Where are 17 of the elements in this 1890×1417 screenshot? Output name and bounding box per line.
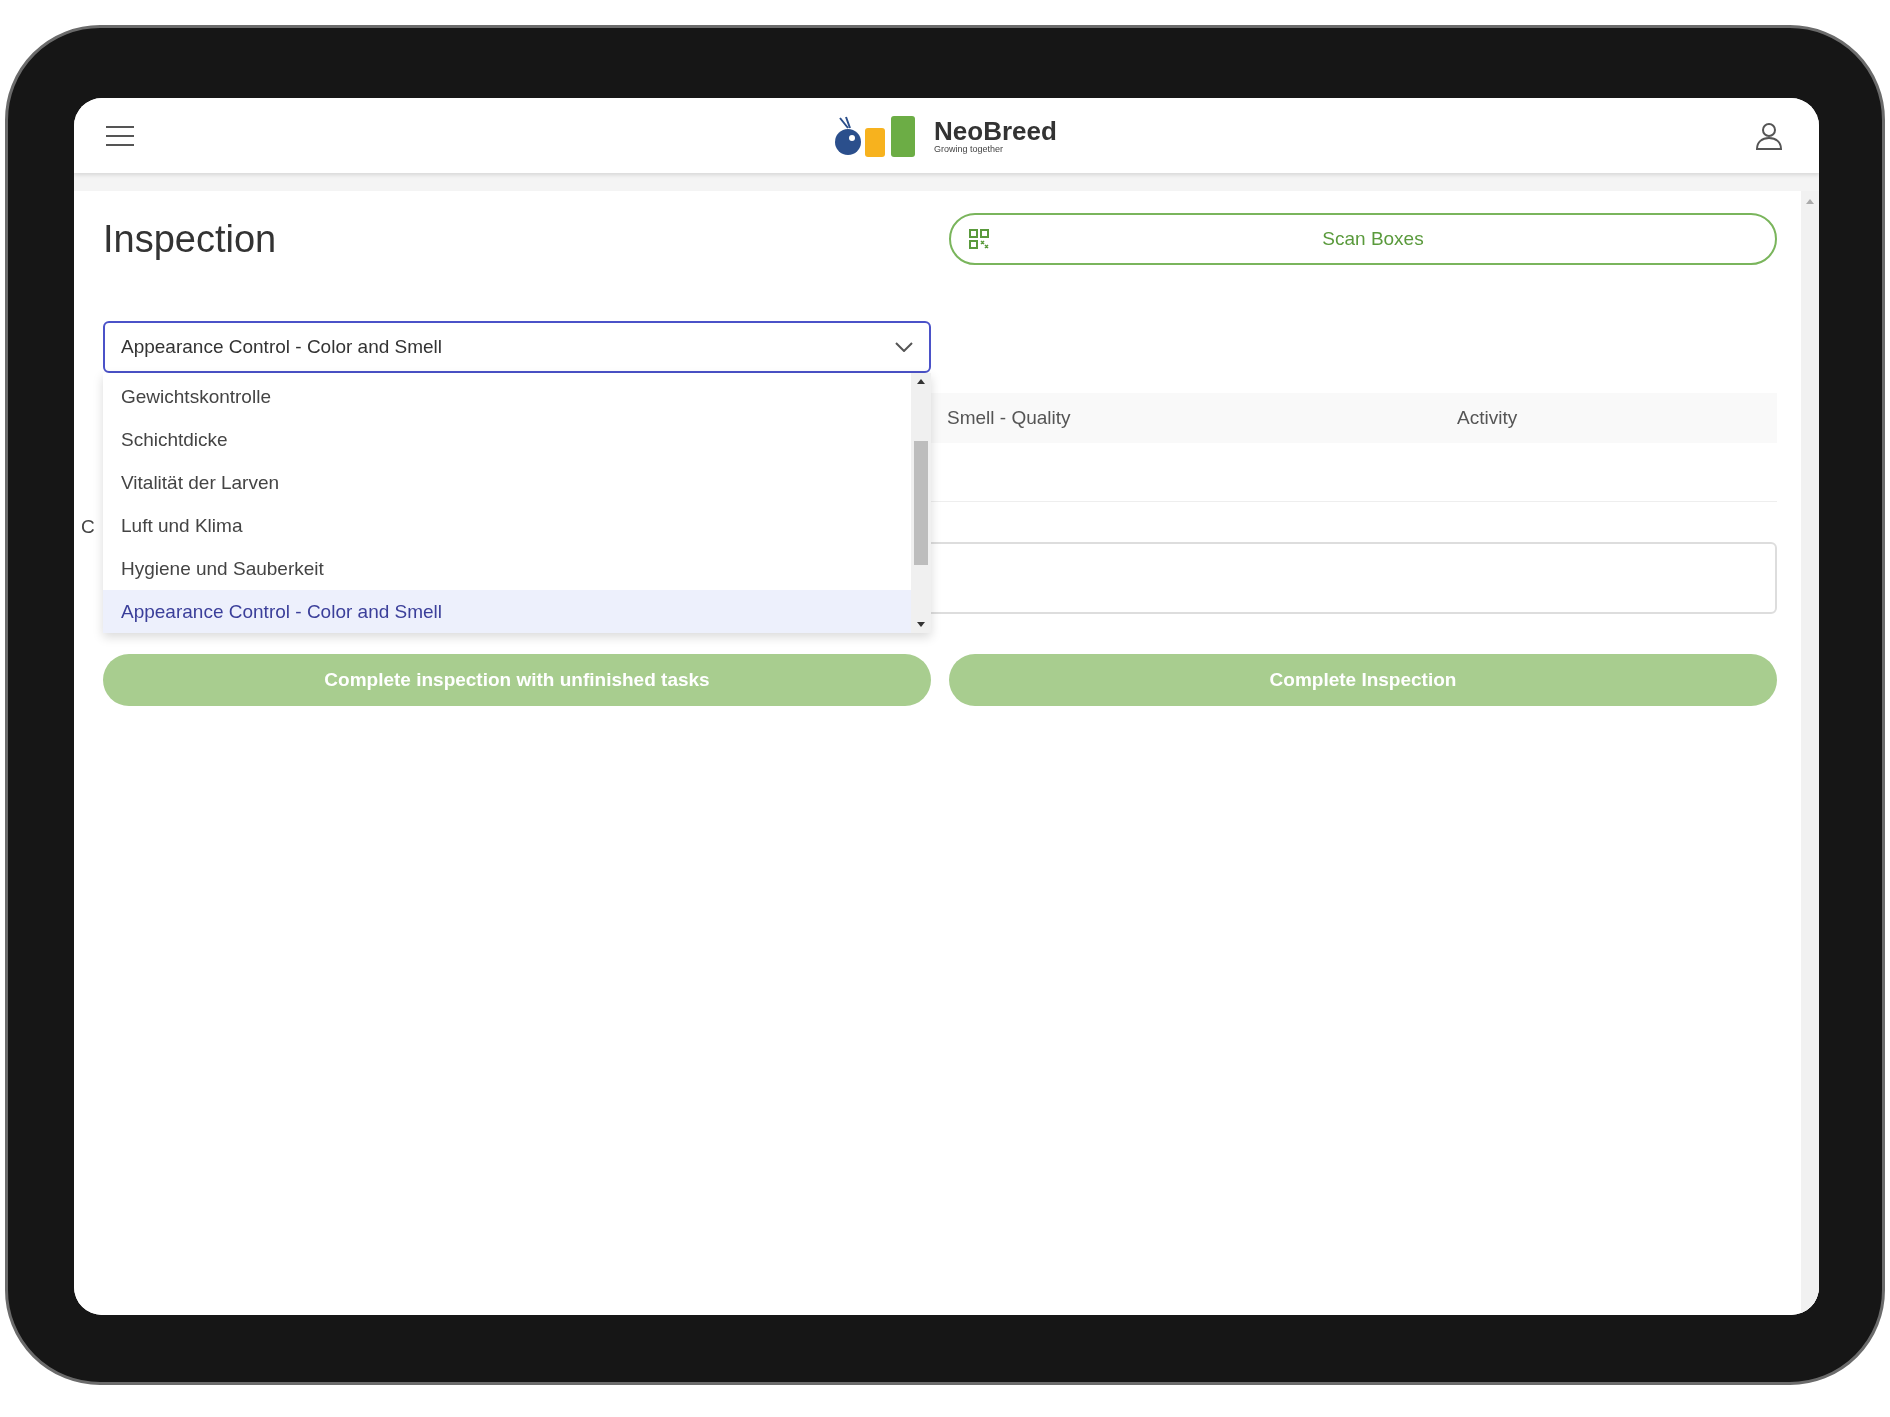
scroll-down-icon[interactable] <box>917 622 925 627</box>
list-scrollbar[interactable] <box>911 373 931 633</box>
scroll-up-icon[interactable] <box>917 379 925 384</box>
brand-name: NeoBreed <box>934 117 1057 144</box>
menu-icon[interactable] <box>106 125 134 146</box>
dropdown-option[interactable]: Appearance Control - Color and Smell <box>103 590 911 633</box>
brand-tagline: Growing together <box>934 143 1005 154</box>
chevron-down-icon <box>895 342 913 352</box>
field-label: C <box>81 516 95 538</box>
scroll-thumb[interactable] <box>914 441 928 565</box>
user-icon[interactable] <box>1755 121 1783 150</box>
category-select[interactable]: Appearance Control - Color and Smell <box>103 321 931 373</box>
column-header: Smell - Quality <box>946 407 1072 429</box>
page-title: Inspection <box>103 217 278 261</box>
column-header: Activity <box>1456 407 1519 429</box>
scan-boxes-button[interactable]: Scan Boxes <box>949 213 1777 265</box>
qr-code-icon <box>969 229 989 249</box>
